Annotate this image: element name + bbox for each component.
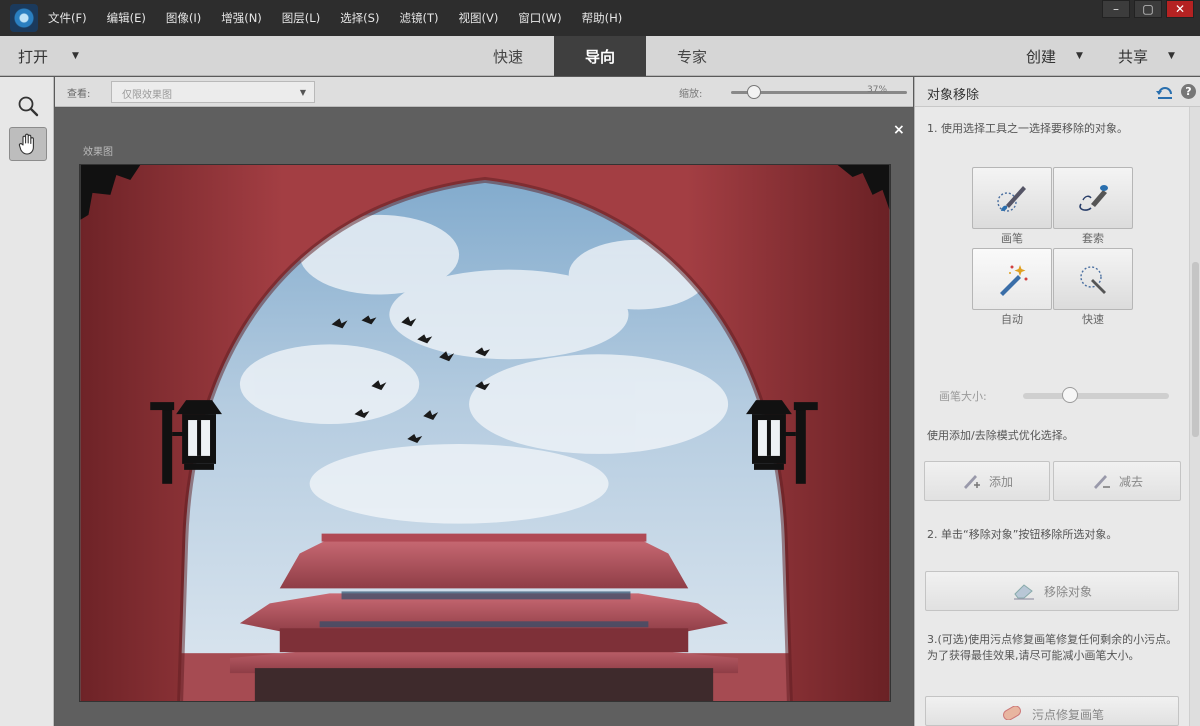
subtract-button[interactable]: 减去 — [1053, 461, 1181, 501]
zoom-tool[interactable] — [9, 89, 47, 123]
menu-items: 文件(F) 编辑(E) 图像(I) 增强(N) 图层(L) 选择(S) 滤镜(T… — [48, 0, 642, 36]
quick-select-button[interactable] — [1053, 248, 1133, 310]
share-label: 共享 — [1118, 47, 1149, 66]
create-label: 创建 — [1026, 47, 1057, 66]
remove-object-label: 移除对象 — [1043, 584, 1092, 599]
eraser-icon — [1012, 582, 1036, 600]
tab-expert[interactable]: 专家 — [646, 36, 738, 76]
maximize-button[interactable]: ▢ — [1134, 0, 1162, 18]
help-icon[interactable]: ? — [1181, 84, 1196, 99]
lasso-select-icon — [1079, 185, 1108, 211]
reset-icon[interactable] — [1155, 83, 1175, 101]
menu-filter[interactable]: 滤镜(T) — [399, 10, 438, 26]
image-canvas: × 效果图 — [55, 108, 913, 726]
hand-icon — [18, 133, 34, 155]
photo-image[interactable] — [79, 164, 891, 702]
tab-guided[interactable]: 导向 — [554, 36, 646, 76]
app-logo-icon[interactable] — [10, 4, 38, 32]
quick-select-label: 快速 — [1082, 313, 1104, 326]
menu-view[interactable]: 视图(V) — [458, 10, 498, 26]
panel-scrollbar[interactable] — [1189, 107, 1200, 726]
step1-text: 1. 使用选择工具之一选择要移除的对象。 — [927, 122, 1128, 135]
view-bar: 查看: 仅限效果图 ▼ 缩放: 37% — [55, 77, 913, 107]
brush-size-label: 画笔大小: — [939, 390, 987, 403]
add-button[interactable]: 添加 — [924, 461, 1050, 501]
panel-title: 对象移除 — [927, 88, 980, 103]
menu-image[interactable]: 图像(I) — [166, 10, 201, 26]
tab-quick[interactable]: 快速 — [462, 36, 554, 76]
minimize-button[interactable]: – — [1102, 0, 1130, 18]
zoom-slider-thumb[interactable] — [747, 85, 762, 99]
brush-select-icon — [997, 186, 1026, 212]
magic-wand-icon — [1000, 265, 1028, 296]
refine-text: 使用添加/去除模式优化选择。 — [927, 429, 1074, 442]
zoom-label: 缩放: — [679, 89, 703, 100]
mode-bar: 打开 ▼ 快速 导向 专家 创建 ▼ 共享 ▼ — [0, 36, 1200, 76]
menu-layer[interactable]: 图层(L) — [282, 10, 320, 26]
close-icon[interactable]: × — [893, 122, 905, 138]
brush-size-slider[interactable] — [1023, 387, 1169, 403]
lasso-select-label: 套索 — [1082, 232, 1104, 245]
quick-select-icon — [1080, 266, 1106, 294]
step3-text: 3.(可选)使用污点修复画笔修复任何剩余的小污点。为了获得最佳效果,请尽可能减小… — [927, 633, 1178, 662]
brush-add-icon — [961, 472, 981, 490]
brush-size-thumb[interactable] — [1062, 387, 1078, 403]
open-button[interactable]: 打开 ▼ — [18, 36, 79, 76]
menu-edit[interactable]: 编辑(E) — [107, 10, 146, 26]
chevron-down-icon: ▼ — [299, 88, 306, 97]
auto-select-button[interactable] — [972, 248, 1052, 310]
auto-select-label: 自动 — [1001, 313, 1023, 326]
create-button[interactable]: 创建 ▼ — [1026, 36, 1083, 76]
step2-text: 2. 单击“移除对象”按钮移除所选对象。 — [927, 528, 1118, 541]
menu-file[interactable]: 文件(F) — [48, 10, 87, 26]
close-window-button[interactable]: ✕ — [1166, 0, 1194, 18]
bandage-icon — [1000, 706, 1024, 720]
chevron-down-icon: ▼ — [1076, 51, 1083, 61]
menu-help[interactable]: 帮助(H) — [582, 10, 623, 26]
spot-healing-brush-button[interactable]: 污点修复画笔 — [925, 696, 1179, 726]
chevron-down-icon: ▼ — [1168, 51, 1175, 61]
panel-header: 对象移除 ? — [915, 77, 1200, 107]
after-view-label: 效果图 — [83, 147, 113, 158]
spot-healing-brush-label: 污点修复画笔 — [1031, 708, 1104, 722]
view-select-value: 仅限效果图 — [122, 90, 172, 101]
zoom-value: 37% — [867, 85, 888, 95]
brush-select-label: 画笔 — [1001, 232, 1023, 245]
mode-tabs: 快速 导向 专家 — [462, 36, 738, 76]
menu-select[interactable]: 选择(S) — [340, 10, 379, 26]
remove-object-button[interactable]: 移除对象 — [925, 571, 1179, 611]
view-label: 查看: — [67, 89, 91, 100]
menu-window[interactable]: 窗口(W) — [518, 10, 561, 26]
chevron-down-icon: ▼ — [72, 51, 79, 61]
view-select[interactable]: 仅限效果图 ▼ — [111, 81, 315, 103]
guided-panel: 对象移除 ? 1. 使用选择工具之一选择要移除的对象。 画笔 套索 自动 快速 … — [914, 77, 1200, 726]
magnifier-icon — [18, 96, 39, 117]
window-controls: – ▢ ✕ — [1098, 0, 1194, 18]
menu-enhance[interactable]: 增强(N) — [221, 10, 262, 26]
add-label: 添加 — [988, 474, 1013, 489]
brush-select-button[interactable] — [972, 167, 1052, 229]
lasso-select-button[interactable] — [1053, 167, 1133, 229]
hand-tool[interactable] — [9, 127, 47, 161]
open-label: 打开 — [18, 47, 49, 66]
tool-bar — [0, 77, 54, 726]
menu-bar: 文件(F) 编辑(E) 图像(I) 增强(N) 图层(L) 选择(S) 滤镜(T… — [0, 0, 1200, 36]
subtract-label: 减去 — [1118, 474, 1143, 489]
share-button[interactable]: 共享 ▼ — [1118, 36, 1175, 76]
panel-scrollbar-thumb[interactable] — [1192, 262, 1199, 437]
brush-subtract-icon — [1091, 472, 1111, 490]
